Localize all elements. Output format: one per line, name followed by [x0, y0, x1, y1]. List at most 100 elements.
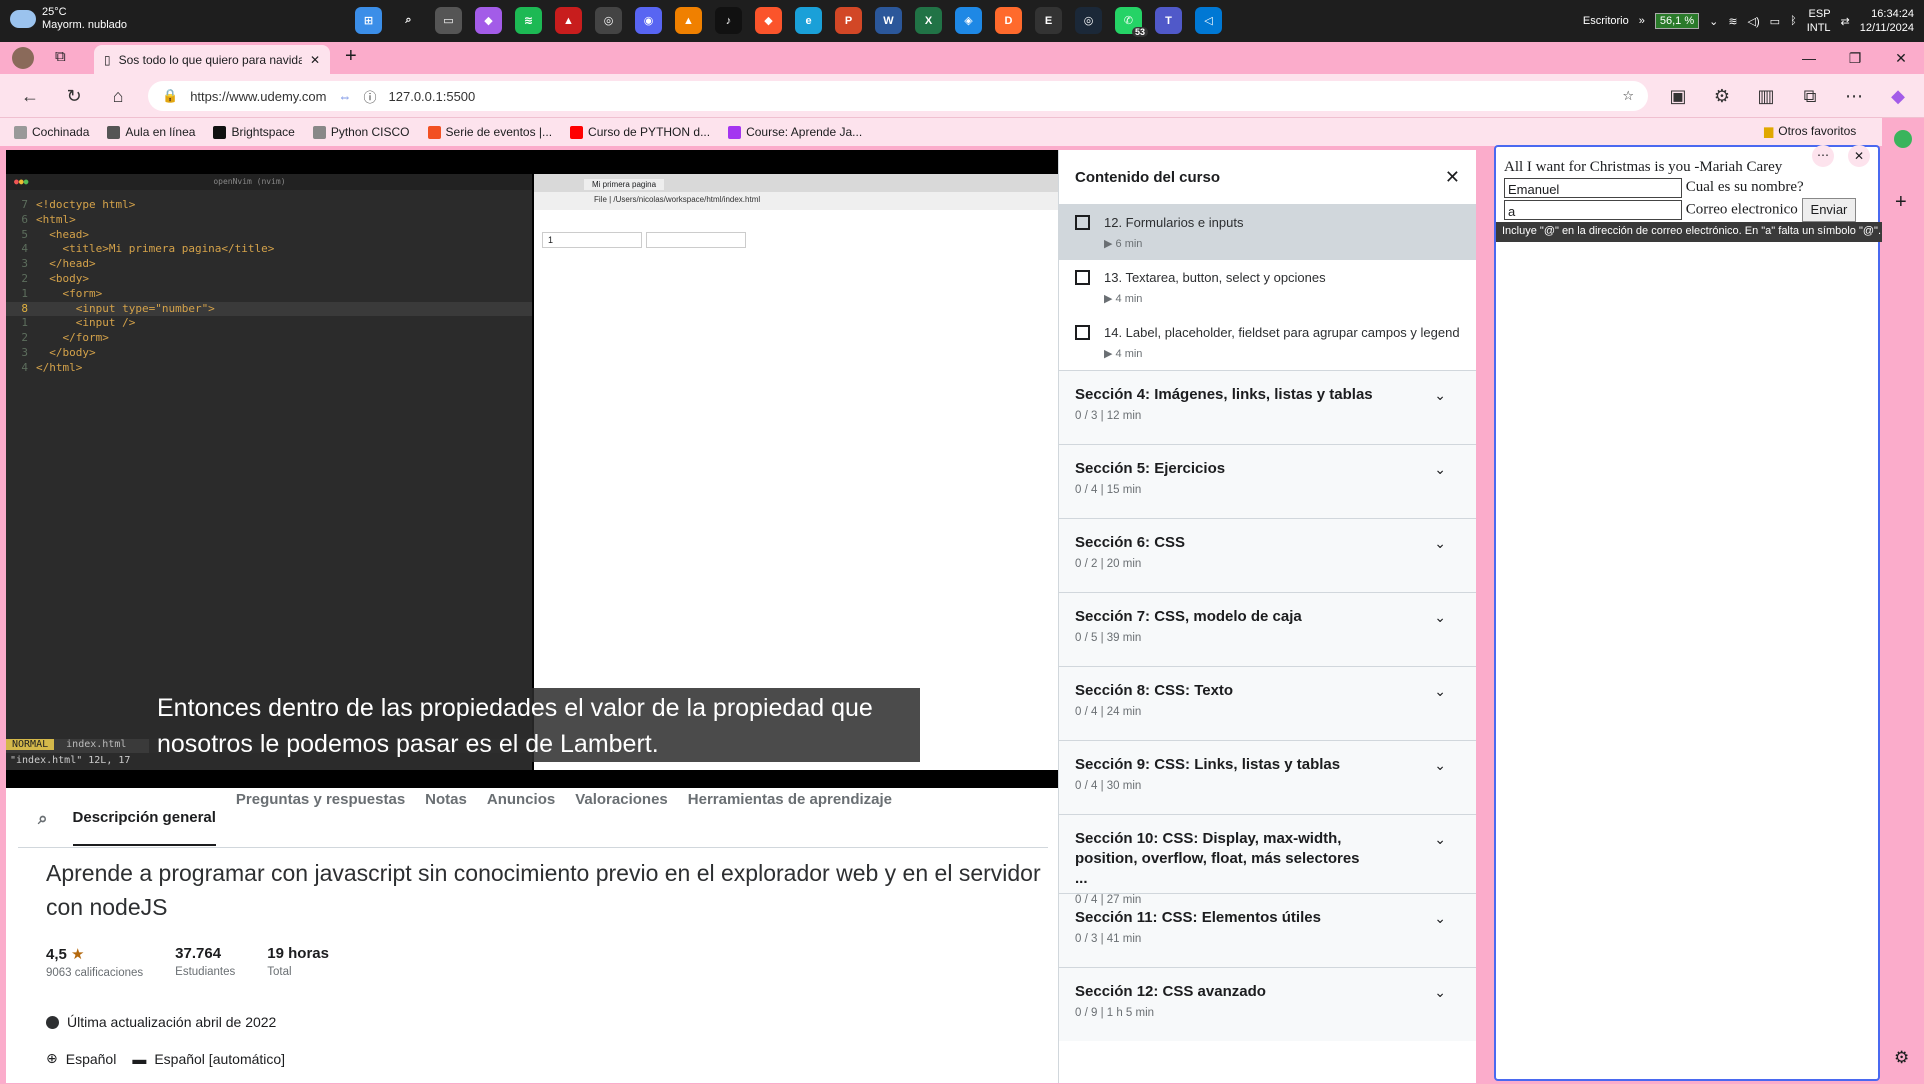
- epic-icon[interactable]: E: [1035, 7, 1062, 34]
- favorite-item[interactable]: Python CISCO: [312, 125, 410, 139]
- app-blue-icon[interactable]: ◈: [955, 7, 982, 34]
- battery-icon[interactable]: ▭: [1770, 15, 1780, 28]
- info-icon[interactable]: ⓘ: [364, 87, 377, 106]
- section-item[interactable]: Sección 6: CSS 0 / 2 | 20 min ⌄: [1059, 518, 1476, 592]
- steam-small-icon[interactable]: ◎: [595, 7, 622, 34]
- section-item[interactable]: Sección 9: CSS: Links, listas y tablas 0 …: [1059, 740, 1476, 814]
- home-button[interactable]: ⌂: [104, 82, 132, 110]
- close-tab-icon[interactable]: ✕: [310, 53, 320, 67]
- excel-icon[interactable]: X: [915, 7, 942, 34]
- split-screen-icon[interactable]: ▥: [1752, 82, 1780, 110]
- brave-icon[interactable]: ◆: [755, 7, 782, 34]
- chevron-icon[interactable]: »: [1639, 15, 1645, 27]
- section-item[interactable]: Sección 5: Ejercicios 0 / 4 | 15 min ⌄: [1059, 444, 1476, 518]
- panel-close-icon[interactable]: ✕: [1848, 145, 1870, 167]
- section-item[interactable]: Sección 12: CSS avanzado 0 / 9 | 1 h 5 mi…: [1059, 967, 1476, 1041]
- split-link-icon[interactable]: ⇔: [339, 89, 352, 104]
- bluetooth-icon[interactable]: ᛒ: [1790, 15, 1797, 27]
- section-item[interactable]: Sección 7: CSS, modelo de caja 0 / 5 | 39…: [1059, 592, 1476, 666]
- lecture-checkbox[interactable]: [1075, 325, 1090, 340]
- course-tab[interactable]: Valoraciones: [575, 791, 668, 846]
- extensions-icon[interactable]: ⚙: [1708, 82, 1736, 110]
- dex-icon[interactable]: D: [995, 7, 1022, 34]
- more-menu-icon[interactable]: ⋯: [1840, 82, 1868, 110]
- chevron-down-icon[interactable]: ⌄: [1434, 683, 1446, 740]
- vscode-icon[interactable]: ◁: [1195, 7, 1222, 34]
- chevron-down-icon[interactable]: ⌄: [1434, 984, 1446, 1041]
- chevron-down-icon[interactable]: ⌄: [1434, 535, 1446, 592]
- chevron-down-icon[interactable]: ⌄: [1434, 757, 1446, 814]
- course-tab[interactable]: Herramientas de aprendizaje: [688, 791, 892, 846]
- steam-icon[interactable]: ◎: [1075, 7, 1102, 34]
- volume-icon[interactable]: ◁): [1748, 15, 1760, 28]
- word-icon[interactable]: W: [875, 7, 902, 34]
- course-tab[interactable]: Preguntas y respuestas: [236, 791, 405, 846]
- chevron-down-icon[interactable]: ⌄: [1434, 387, 1446, 444]
- submit-button[interactable]: Enviar: [1801, 197, 1857, 222]
- close-window-button[interactable]: ✕: [1878, 42, 1924, 74]
- spotify-icon[interactable]: ≋: [515, 7, 542, 34]
- discord-icon[interactable]: ◉: [635, 7, 662, 34]
- address-bar[interactable]: 🔒 https://www.udemy.com ⇔ ⓘ 127.0.0.1:55…: [148, 81, 1648, 111]
- copilot-button-icon[interactable]: ◆: [1884, 82, 1912, 110]
- battery-indicator[interactable]: 56,1 %: [1654, 13, 1700, 29]
- language-indicator[interactable]: ESP INTL: [1807, 7, 1831, 35]
- clock[interactable]: 16:34:24 12/11/2024: [1860, 7, 1914, 35]
- panel-more-icon[interactable]: ⋯: [1812, 145, 1834, 167]
- network-icon[interactable]: ⇄: [1841, 15, 1850, 28]
- new-tab-button[interactable]: +: [345, 45, 357, 68]
- pip-icon[interactable]: ▣: [1664, 82, 1692, 110]
- edge-icon[interactable]: e: [795, 7, 822, 34]
- minimize-button[interactable]: —: [1786, 42, 1832, 74]
- chevron-down-icon[interactable]: ⌄: [1434, 461, 1446, 518]
- restore-button[interactable]: ❐: [1832, 42, 1878, 74]
- url-local[interactable]: 127.0.0.1:5500: [389, 89, 476, 104]
- green-status-icon[interactable]: [1894, 130, 1912, 148]
- desktop-label[interactable]: Escritorio: [1583, 15, 1629, 27]
- lecture-item[interactable]: 13. Textarea, button, select y opciones ▶…: [1059, 260, 1476, 315]
- back-button[interactable]: ←: [16, 82, 44, 110]
- workspaces-icon[interactable]: ⧉: [55, 48, 66, 65]
- collections-icon[interactable]: ⧉: [1796, 82, 1824, 110]
- favorite-item[interactable]: Course: Aprende Ja...: [728, 125, 862, 139]
- chevron-down-icon[interactable]: ⌄: [1434, 609, 1446, 666]
- profile-avatar[interactable]: [12, 47, 34, 69]
- settings-icon[interactable]: ⚙: [1894, 1048, 1909, 1068]
- chevron-down-icon[interactable]: ⌄: [1434, 910, 1446, 967]
- course-tab[interactable]: Notas: [425, 791, 467, 846]
- wifi-icon[interactable]: ≋: [1728, 15, 1737, 28]
- lecture-checkbox[interactable]: [1075, 215, 1090, 230]
- browser-tab-active[interactable]: ▯ Sos todo lo que quiero para navidad ✕: [94, 45, 330, 74]
- video-player[interactable]: ●●● openNvim (nvim) 7 <!doctype html> 6 <ht…: [6, 150, 1058, 788]
- favorite-item[interactable]: Cochinada: [14, 125, 89, 139]
- teams-icon[interactable]: T: [1155, 7, 1182, 34]
- chevron-down-icon[interactable]: ⌄: [1434, 831, 1446, 893]
- section-item[interactable]: Sección 10: CSS: Display, max-width, pos…: [1059, 814, 1476, 906]
- task-view-icon[interactable]: ▭: [435, 7, 462, 34]
- windows-start-icon[interactable]: ⊞: [355, 7, 382, 34]
- course-tab[interactable]: Descripción general: [72, 791, 216, 846]
- weather-widget[interactable]: 25°C Mayorm. nublado: [10, 4, 127, 32]
- favorite-item[interactable]: Brightspace: [213, 125, 295, 139]
- favorite-item[interactable]: Aula en línea: [107, 125, 195, 139]
- section-item[interactable]: Sección 4: Imágenes, links, listas y tab…: [1059, 370, 1476, 444]
- favorite-star-icon[interactable]: ☆: [1622, 88, 1634, 104]
- vlc-icon[interactable]: ▲: [675, 7, 702, 34]
- url-site[interactable]: https://www.udemy.com: [190, 89, 326, 104]
- chevron-down-icon[interactable]: ⌄: [1709, 15, 1718, 28]
- favorite-item[interactable]: Curso de PYTHON d...: [570, 125, 710, 139]
- email-input[interactable]: a: [1504, 199, 1682, 220]
- section-item[interactable]: Sección 8: CSS: Texto 0 / 4 | 24 min ⌄: [1059, 666, 1476, 740]
- refresh-button[interactable]: ↻: [60, 82, 88, 110]
- lecture-item[interactable]: 14. Label, placeholder, fieldset para ag…: [1059, 315, 1476, 370]
- search-icon[interactable]: ⌕: [38, 809, 48, 829]
- close-sidebar-icon[interactable]: ✕: [1445, 167, 1460, 188]
- game-icon[interactable]: ▲: [555, 7, 582, 34]
- tiktok-icon[interactable]: ♪: [715, 7, 742, 34]
- other-favorites[interactable]: ▆ Otros favoritos: [1764, 124, 1856, 138]
- lecture-checkbox[interactable]: [1075, 270, 1090, 285]
- search-icon[interactable]: ⌕: [395, 7, 422, 34]
- whatsapp-icon[interactable]: ✆ 53: [1115, 7, 1148, 37]
- powerpoint-icon[interactable]: P: [835, 7, 862, 34]
- name-input[interactable]: Emanuel: [1504, 177, 1682, 198]
